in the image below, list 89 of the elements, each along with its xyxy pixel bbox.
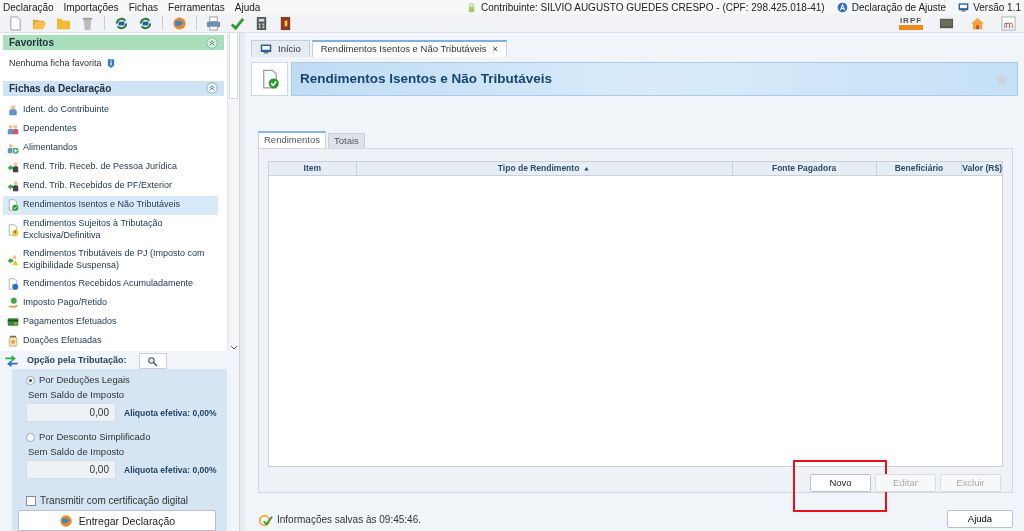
people-icon (7, 123, 19, 135)
action-button[interactable]: Novo (810, 474, 871, 492)
card-icon (7, 316, 19, 328)
sidebar-item[interactable]: Doações Efetuadas (3, 331, 218, 351)
menu-item[interactable]: Fichas (128, 0, 159, 15)
caption-label: Sem Saldo de Imposto (28, 446, 126, 458)
search-button[interactable] (138, 353, 167, 369)
scrollbar-thumb[interactable] (229, 33, 238, 99)
document-check-icon (7, 199, 19, 211)
sidebar-item[interactable]: Dependentes (3, 119, 218, 139)
collapse-icon[interactable] (206, 36, 218, 49)
sidebar-item[interactable]: Rendimentos Isentos e Não Tributáveis (3, 195, 218, 215)
version-label: Versão 1.1 (973, 0, 1021, 15)
radio-option[interactable]: Por Deduções Legais (26, 374, 223, 386)
sync-icon[interactable] (138, 15, 153, 31)
globe-icon (58, 513, 73, 528)
globe-icon[interactable] (172, 15, 187, 31)
lock-icon (466, 1, 477, 13)
sidebar-item[interactable]: Imposto Pago/Retido (3, 293, 218, 313)
column-header[interactable]: Item (269, 162, 357, 175)
amount-field[interactable]: 0,00 (26, 460, 116, 479)
status-message: Informações salvas às 09:45:46. (277, 512, 421, 527)
rate-label: Aliquota efetiva: 0,00% (124, 463, 217, 476)
person-icon (7, 104, 19, 116)
document-badge-icon (7, 278, 19, 290)
caption-label: Sem Saldo de Imposto (28, 389, 126, 401)
calculator-icon[interactable] (254, 15, 269, 31)
sync-icon[interactable] (114, 15, 129, 31)
new-document-icon[interactable] (8, 15, 23, 31)
home-icon[interactable] (970, 15, 985, 31)
jar-icon (7, 335, 19, 347)
tab[interactable]: Rendimentos (258, 131, 326, 148)
page-title: Rendimentos Isentos e Não Tributáveis (300, 69, 553, 88)
sidebar-item[interactable]: Pagamentos Efetuados (3, 312, 218, 332)
search-icon (147, 355, 159, 367)
favorites-header[interactable]: Favoritos (3, 35, 224, 50)
sidebar-item[interactable]: Rendimentos Tributáveis de PJ (Imposto com Exigibilidade Suspensa) (3, 244, 218, 275)
logo-badge[interactable]: IRPF (899, 16, 923, 30)
column-header[interactable]: Fonte Pagadora (732, 162, 877, 175)
document-warning-icon (7, 223, 19, 236)
menu-item[interactable]: Declaração (3, 0, 54, 15)
document-tab[interactable]: Início (251, 40, 310, 57)
column-header[interactable]: Beneficiário (876, 162, 963, 175)
arrow-person-icon (7, 180, 19, 192)
radio-button[interactable] (26, 432, 35, 442)
section-title: Favoritos (9, 36, 54, 50)
book-icon[interactable] (278, 15, 293, 31)
menu-item[interactable]: Ferramentas (168, 0, 225, 15)
person-plus-icon (7, 142, 19, 154)
sidebar-item[interactable]: Ident. do Contribuinte (3, 100, 218, 120)
coin-hand-icon (7, 297, 19, 309)
radio-option[interactable]: Por Desconto Simplificado (26, 431, 223, 443)
checkmark-icon[interactable] (230, 15, 245, 31)
column-header[interactable]: Valor (R$) (962, 162, 1002, 175)
radio-button[interactable] (26, 375, 35, 385)
close-button[interactable]: × (492, 42, 498, 57)
column-header[interactable]: Tipo de Rendimento (356, 162, 733, 175)
monitor-icon (260, 43, 272, 55)
option-title: Opção pela Tributação: (27, 354, 127, 368)
arrow-down-icon[interactable] (229, 345, 238, 351)
rate-label: Aliquota efetiva: 0,00% (124, 406, 217, 419)
scrollbar[interactable] (227, 33, 239, 351)
sidebar-item[interactable]: Rend. Trib. Receb. de Pessoa Jurídica (3, 157, 218, 177)
section-title: Fichas da Declaração (9, 81, 112, 96)
amount-field[interactable]: 0,00 (26, 403, 116, 422)
menu-item[interactable]: Ajuda (234, 0, 261, 15)
checkbox[interactable] (26, 496, 36, 506)
document-tab[interactable]: Rendimentos Isentos e Não Tributáveis × (311, 40, 507, 57)
arrows-icon (4, 354, 19, 368)
menu-item[interactable]: Importações (63, 0, 119, 15)
sidebar-item[interactable]: Rendimentos Recebidos Acumuladamente (3, 274, 218, 294)
checkbox-label[interactable]: Transmitir com certificação digital (40, 495, 188, 507)
sidebar-item[interactable]: Rendimentos Sujeitos à Tributação Exclusiva/Definitiva (3, 214, 218, 245)
empty-message: Nenhuma ficha favorita (9, 57, 102, 70)
printer-icon[interactable] (206, 15, 221, 31)
tab[interactable]: Totais (328, 133, 365, 148)
contributor-label: Contribuinte: SILVIO AUGUSTO GUEDES CRESPO - (CPF: 298.425.018-41) (481, 0, 825, 15)
collapse-icon[interactable] (206, 82, 218, 94)
fichas-header[interactable]: Fichas da Declaração (3, 80, 224, 96)
sidebar-item[interactable]: Alimentandos (3, 138, 218, 158)
star-icon[interactable] (994, 71, 1009, 87)
submit-button[interactable]: Entregar Declaração (18, 510, 216, 531)
arrow-person-icon (7, 161, 19, 173)
sidebar-item[interactable]: Rend. Trib. Recebidos de PF/Exterior (3, 176, 218, 196)
info-icon (105, 58, 116, 70)
trash-icon[interactable] (80, 15, 95, 31)
arrow-warning-icon (7, 253, 19, 266)
declaration-type-label: Declaração de Ajuste (851, 0, 947, 15)
help-button[interactable]: Ajuda (947, 510, 1013, 528)
